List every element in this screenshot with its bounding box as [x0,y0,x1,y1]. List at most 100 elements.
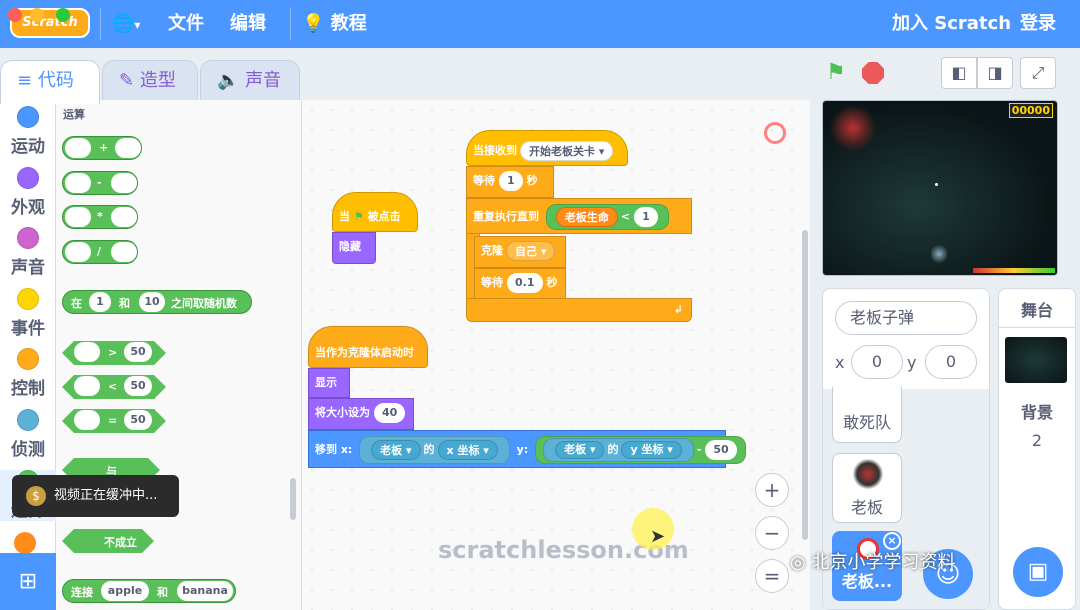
category-looks[interactable]: 外观 [0,167,56,218]
block-wait[interactable]: 等待 0.1 秒 [474,268,566,300]
sprite-dropdown[interactable]: 老板 ▾ [371,440,421,460]
variable-reporter[interactable]: 老板生命 [555,207,618,227]
edit-menu[interactable]: 编辑 [230,0,266,48]
compare-value[interactable]: 50 [124,376,152,396]
backdrop-count: 2 [1031,431,1043,450]
less-than-reporter[interactable]: 老板生命 <1 [545,204,669,230]
palette-scrollbar[interactable] [290,478,296,520]
green-flag-icon[interactable]: ⚑ [826,60,846,85]
scratch-logo[interactable]: Scratch [10,8,90,38]
block-equals[interactable]: = 50 [62,409,166,433]
zoom-out-button[interactable]: − [755,516,789,550]
empty-slot[interactable] [111,173,137,193]
script-area[interactable]: 当接收到 开始老板关卡 ▾ 等待 1 秒 重复执行直到 老板生命 <1 克隆 自己 ▾ 等… [302,100,810,610]
tutorials-menu[interactable]: 💡 教程 [302,0,367,48]
compare-value[interactable]: 1 [634,207,658,227]
sign-in-link[interactable]: 登录 [1020,0,1056,48]
block-random[interactable]: 在 1 和 10 之间取随机数 [62,290,252,314]
compare-value[interactable]: 50 [124,410,152,430]
block-when-receive[interactable]: 当接收到 开始老板关卡 ▾ [466,130,628,166]
add-extension-button[interactable]: ⊞ [0,553,56,610]
tab-code[interactable]: ≡ 代码 [0,60,100,104]
random-to-input[interactable]: 10 [139,292,165,312]
x-position-field[interactable]: 0 [851,345,903,379]
sprite-name-field[interactable]: 老板子弹 [835,301,977,335]
block-when-start-as-clone[interactable]: 当作为克隆体启动时 [308,326,428,368]
block-create-clone[interactable]: 克隆 自己 ▾ [474,236,566,268]
y-position-field[interactable]: 0 [925,345,977,379]
block-wait[interactable]: 等待 1 秒 [466,166,554,198]
block-less-than[interactable]: <50 [62,375,166,399]
script-scrollbar[interactable] [802,230,808,540]
compare-value[interactable]: 50 [124,342,152,362]
block-show[interactable]: 显示 [308,368,350,398]
empty-slot[interactable] [65,138,91,158]
zoom-in-button[interactable]: + [755,473,789,507]
empty-slot[interactable] [111,207,137,227]
wait-seconds-input[interactable]: 1 [499,171,523,191]
maximize-window-dot[interactable] [56,8,70,22]
sprite-dropdown[interactable]: 老板 ▾ [555,441,605,459]
file-menu[interactable]: 文件 [168,0,204,48]
empty-slot[interactable] [111,242,137,262]
empty-slot[interactable] [115,138,141,158]
stage-backdrop-pane[interactable]: 舞台 背景 2 ▣ [998,288,1076,610]
language-menu[interactable]: 🌐▾ [112,0,140,48]
add-backdrop-button[interactable]: ▣ [1013,547,1063,597]
subtract-reporter[interactable]: 老板 ▾ 的 y 坐标 ▾ -50 [535,436,746,464]
tab-sounds[interactable]: 🔈 声音 [200,60,300,102]
property-dropdown[interactable]: y 坐标 ▾ [621,441,682,459]
block-when-flag-clicked[interactable]: 当 ⚑ 被点击 [332,192,418,232]
message-dropdown[interactable]: 开始老板关卡 ▾ [520,141,614,161]
minimize-window-dot[interactable] [30,8,44,22]
y-of-sensing-reporter[interactable]: 老板 ▾ 的 y 坐标 ▾ [543,438,694,462]
join-scratch-link[interactable]: 加入 Scratch [892,0,1011,48]
block-not[interactable]: 不成立 [62,529,154,553]
block-hide[interactable]: 隐藏 [332,232,376,264]
block-text: 和 [157,586,168,599]
category-events[interactable]: 事件 [0,288,56,339]
category-sound[interactable]: 声音 [0,227,56,278]
stop-icon[interactable] [862,62,884,84]
block-go-to-xy[interactable]: 移到 x: 老板 ▾ 的 x 坐标 ▾ y: 老板 ▾ 的 y 坐标 ▾ -50 [308,430,746,468]
clone-target-dropdown[interactable]: 自己 ▾ [506,241,556,261]
empty-slot[interactable] [65,242,91,262]
zoom-reset-button[interactable]: = [755,559,789,593]
tab-costumes[interactable]: ✎ 造型 [102,60,198,102]
close-window-dot[interactable] [8,8,22,22]
empty-slot[interactable] [65,207,91,227]
block-subtract[interactable]: - [62,171,138,195]
size-input[interactable]: 40 [374,403,406,423]
op-label: < [620,210,631,223]
category-motion[interactable]: 运动 [0,106,56,157]
block-greater-than[interactable]: >50 [62,341,166,365]
shield-icon: $ [26,486,46,506]
backdrop-thumbnail[interactable] [1005,337,1067,383]
property-dropdown[interactable]: x 坐标 ▾ [437,440,498,460]
sprite-thumbnail[interactable]: 敢死队 [832,387,902,443]
empty-slot[interactable] [74,342,100,362]
empty-slot[interactable] [65,173,91,193]
x-of-sensing-reporter[interactable]: 老板 ▾ 的 x 坐标 ▾ [359,436,510,464]
large-stage-button[interactable]: ◨ [977,57,1013,89]
empty-slot[interactable] [74,376,100,396]
stage-canvas[interactable]: 00000 [822,100,1058,276]
block-repeat-until[interactable]: 重复执行直到 老板生命 <1 [466,198,692,234]
category-control[interactable]: 控制 [0,348,56,399]
y-offset-input[interactable]: 50 [705,440,737,460]
block-multiply[interactable]: * [62,205,138,229]
block-add[interactable]: + [62,136,142,160]
join-second-input[interactable]: banana [177,581,233,601]
join-first-input[interactable]: apple [101,581,149,601]
variables-color-dot[interactable] [14,532,36,554]
category-sensing[interactable]: 侦测 [0,409,56,460]
random-from-input[interactable]: 1 [89,292,111,312]
wait-seconds-input[interactable]: 0.1 [507,273,543,293]
fullscreen-button[interactable]: ⤢ [1020,57,1056,89]
block-set-size[interactable]: 将大小设为 40 [308,398,414,430]
block-divide[interactable]: / [62,240,138,264]
block-join[interactable]: 连接 apple 和 banana [62,579,236,603]
small-stage-button[interactable]: ◧ [941,57,977,89]
empty-slot[interactable] [74,410,100,430]
sprite-thumbnail[interactable]: 老板 [832,453,902,523]
